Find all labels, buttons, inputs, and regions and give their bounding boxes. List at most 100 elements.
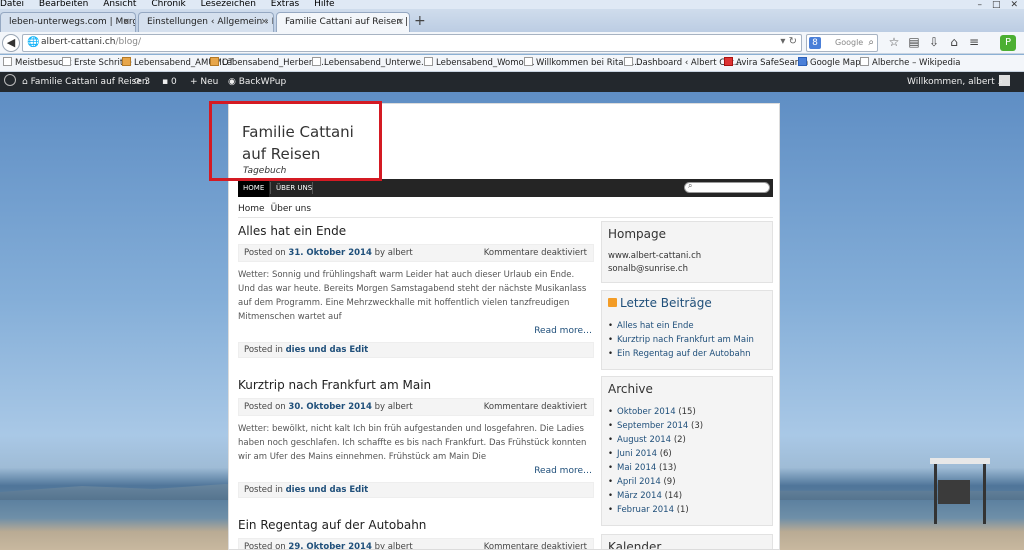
download-icon[interactable]: ⇩: [924, 35, 944, 49]
bookmark-star-icon[interactable]: ☆: [884, 35, 904, 49]
home-icon: ⌂: [22, 77, 31, 87]
home-icon[interactable]: ⌂: [944, 35, 964, 49]
bookmark-item[interactable]: Lebensabend_Womo,...: [424, 55, 535, 71]
read-more-link[interactable]: Read more…: [238, 326, 594, 336]
adminbar-backwpup[interactable]: ◉ BackWPup: [228, 72, 286, 92]
posted-on-label: Posted on: [244, 542, 286, 550]
wordpress-icon[interactable]: [4, 72, 16, 92]
bookmark-icon: [524, 57, 533, 66]
read-more-link[interactable]: Read more…: [238, 466, 594, 476]
recent-posts-title[interactable]: Letzte Beiträge: [620, 296, 712, 310]
posted-in-label: Posted in: [244, 345, 283, 355]
menu-datei[interactable]: Datei: [0, 0, 24, 9]
close-window-icon[interactable]: ✕: [1010, 0, 1018, 10]
url-path: /blog/: [115, 37, 142, 47]
posted-on-label: Posted on: [244, 248, 286, 258]
hompage-email: sonalb@sunrise.ch: [608, 264, 688, 274]
bookmark-item[interactable]: Avira SafeSearch: [724, 55, 808, 71]
archive-item[interactable]: • Oktober 2014 (15): [608, 405, 766, 419]
bookmark-item[interactable]: Google Maps: [798, 55, 865, 71]
by-label: by: [374, 402, 386, 412]
minimize-icon[interactable]: –: [977, 0, 982, 10]
back-button[interactable]: ◀: [2, 34, 20, 52]
archive-item[interactable]: • Mai 2014 (13): [608, 461, 766, 475]
adminbar-account[interactable]: Willkommen, albert: [907, 72, 1010, 92]
post-date[interactable]: 31. Oktober 2014: [288, 248, 371, 258]
adminbar-new[interactable]: + Neu: [190, 72, 218, 92]
archive-item[interactable]: • Februar 2014 (1): [608, 503, 766, 517]
close-tab-icon[interactable]: ×: [396, 13, 404, 32]
recent-post-item[interactable]: • Kurztrip nach Frankfurt am Main: [608, 333, 766, 347]
comments-count: 0: [170, 77, 177, 87]
nav-divider: [312, 182, 313, 194]
search-box[interactable]: 8 Google ⌕: [806, 34, 878, 52]
menu-hilfe[interactable]: Hilfe: [314, 0, 334, 9]
menu-extras[interactable]: Extras: [271, 0, 299, 9]
close-tab-icon[interactable]: ×: [122, 13, 130, 32]
post-author[interactable]: albert: [388, 248, 413, 258]
close-tab-icon[interactable]: ×: [260, 13, 268, 32]
bookmark-item[interactable]: Alberche – Wikipedia: [860, 55, 961, 71]
search-icon[interactable]: ⌕: [998, 72, 1003, 92]
subnav-home[interactable]: Home: [238, 204, 265, 214]
post-title[interactable]: Ein Regentag auf der Autobahn: [238, 518, 594, 532]
archive-item[interactable]: • Juni 2014 (6): [608, 447, 766, 461]
post-author[interactable]: albert: [388, 402, 413, 412]
subnav-ueber-uns[interactable]: Über uns: [271, 204, 312, 214]
google-icon: 8: [809, 37, 821, 49]
recent-post-item[interactable]: • Ein Regentag auf der Autobahn: [608, 347, 766, 361]
menu-icon[interactable]: ≡: [964, 35, 984, 49]
adminbar-updates[interactable]: ⟳ 3: [134, 72, 150, 92]
clipboard-icon[interactable]: ▤: [904, 35, 924, 49]
menu-lesezeichen[interactable]: Lesezeichen: [201, 0, 256, 9]
posted-in-label: Posted in: [244, 485, 283, 495]
archive-label: September 2014: [617, 421, 689, 431]
archive-item[interactable]: • August 2014 (2): [608, 433, 766, 447]
post-author[interactable]: albert: [388, 542, 413, 549]
bookmark-label: Google Maps: [810, 58, 866, 68]
nav-home[interactable]: HOME: [238, 179, 270, 197]
maximize-icon[interactable]: □: [992, 0, 1001, 10]
bookmark-item[interactable]: Lebensabend_Unterwe...: [312, 55, 429, 71]
new-tab-icon[interactable]: +: [414, 13, 426, 29]
recent-post-item[interactable]: • Alles hat ein Ende: [608, 319, 766, 333]
archive-item[interactable]: • März 2014 (14): [608, 489, 766, 503]
rss-icon[interactable]: [608, 298, 617, 307]
post-meta: Posted on 30. Oktober 2014 by albert Kom…: [238, 398, 594, 416]
nav-ueber-uns[interactable]: ÜBER UNS: [271, 179, 317, 197]
archive-item[interactable]: • September 2014 (3): [608, 419, 766, 433]
category-link[interactable]: dies und das Edit: [286, 485, 369, 495]
plus-icon: +: [190, 77, 201, 87]
tab-leben-unterwegs[interactable]: leben-unterwegs.com | Morge...×: [0, 12, 136, 32]
category-link[interactable]: dies und das Edit: [286, 345, 369, 355]
menu-bearbeiten[interactable]: Bearbeiten: [39, 0, 88, 9]
adminbar-site[interactable]: ⌂ Familie Cattani auf Reisen: [22, 72, 148, 92]
widget-hompage: Hompage www.albert-cattani.ch sonalb@sun…: [601, 221, 773, 283]
backwpup-icon: ◉: [228, 77, 239, 87]
tab-familie-cattani[interactable]: Familie Cattani auf Reisen | Tag...×: [276, 12, 410, 32]
post-date[interactable]: 30. Oktober 2014: [288, 402, 371, 412]
archive-label: März 2014: [617, 491, 662, 501]
bookmark-label: Lebensabend_Herbert ...: [222, 58, 327, 68]
post-title[interactable]: Kurztrip nach Frankfurt am Main: [238, 378, 594, 392]
adminbar-comments[interactable]: ▪ 0: [162, 72, 177, 92]
widget-title: Kalender: [608, 540, 662, 550]
tab-label: Einstellungen ‹ Allgemein ‹ Fa...: [147, 17, 273, 27]
recent-post-label: Alles hat ein Ende: [617, 321, 694, 331]
blog-search-input[interactable]: ⌕: [684, 181, 770, 193]
reload-icon[interactable]: ▾ ↻: [780, 36, 797, 47]
addon-icon[interactable]: P: [1000, 35, 1016, 51]
search-icon[interactable]: ⌕: [868, 37, 874, 48]
post-date[interactable]: 29. Oktober 2014: [288, 542, 371, 549]
archive-count: (14): [664, 491, 683, 501]
tab-einstellungen[interactable]: Einstellungen ‹ Allgemein ‹ Fa...×: [138, 12, 274, 32]
by-label: by: [374, 542, 386, 550]
archive-item[interactable]: • April 2014 (9): [608, 475, 766, 489]
post-title[interactable]: Alles hat ein Ende: [238, 224, 594, 238]
bookmark-item[interactable]: Lebensabend_Herbert ...: [210, 55, 327, 71]
menu-ansicht[interactable]: Ansicht: [103, 0, 136, 9]
bookmark-item[interactable]: Willkommen bei Rita u...: [524, 55, 640, 71]
menu-chronik[interactable]: Chronik: [151, 0, 185, 9]
url-bar[interactable]: 🌐 albert-cattani.ch/blog/ ▾ ↻: [22, 34, 802, 52]
bookmark-label: Lebensabend_Unterwe...: [324, 58, 430, 68]
